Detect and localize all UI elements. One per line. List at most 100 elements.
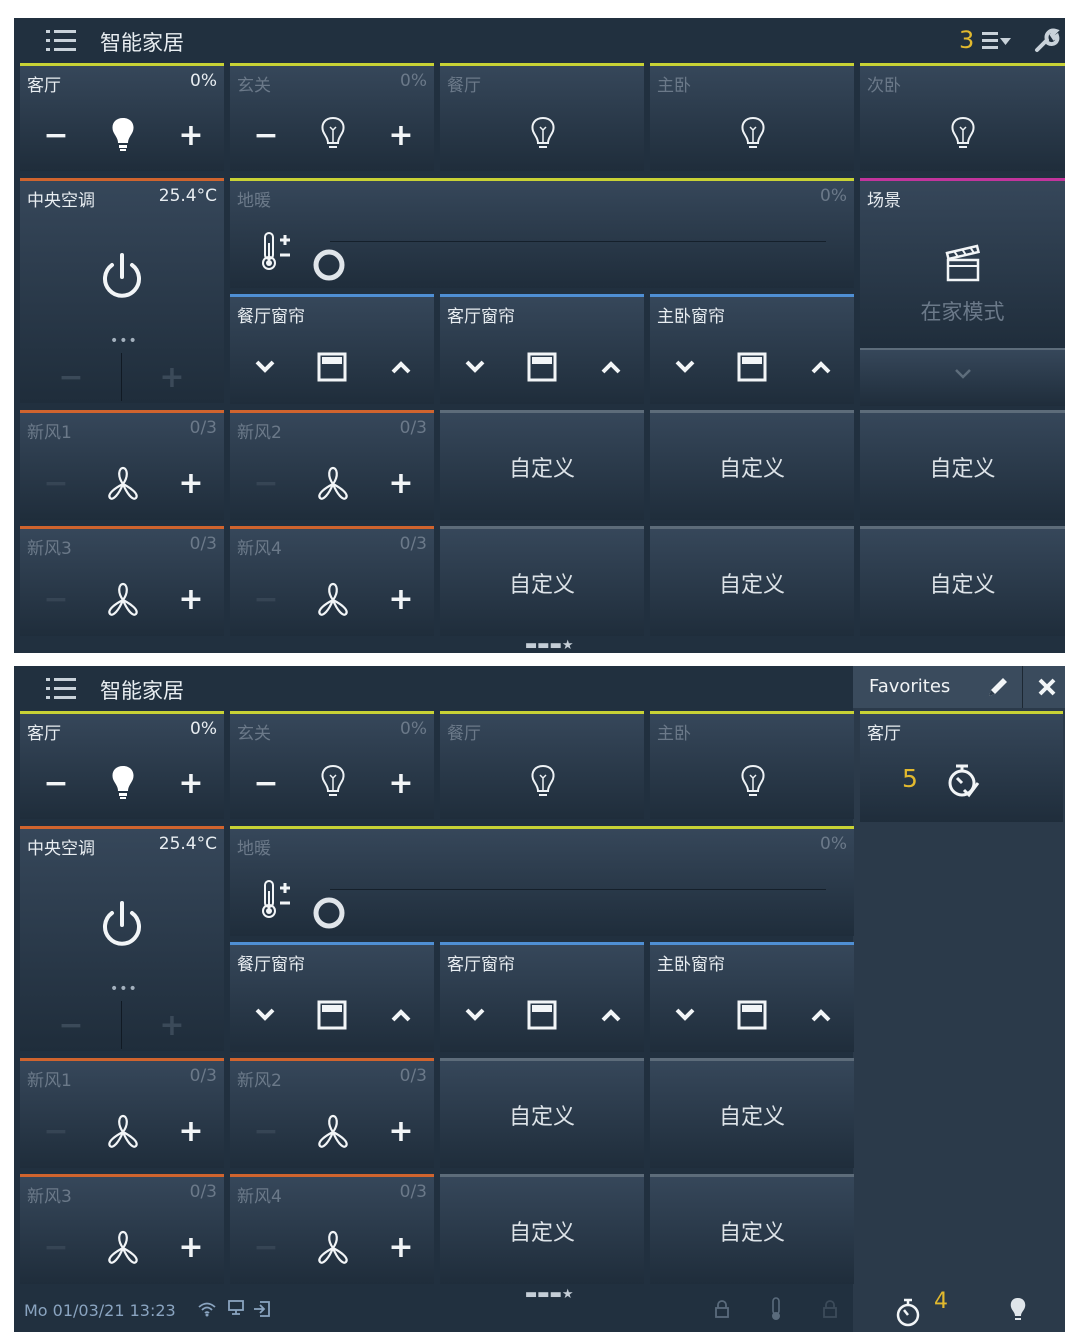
fan-down-button[interactable]: − bbox=[251, 585, 281, 615]
chevron-down-icon[interactable] bbox=[464, 1007, 486, 1023]
fan-down-button[interactable]: − bbox=[251, 1233, 281, 1263]
fan-up-button[interactable]: + bbox=[386, 585, 416, 615]
chevron-up-icon[interactable] bbox=[390, 1007, 412, 1023]
temp-up-button[interactable]: + bbox=[157, 363, 187, 393]
custom-tile[interactable]: 自定义 bbox=[650, 526, 854, 636]
chevron-up-icon[interactable] bbox=[600, 1007, 622, 1023]
chevron-down-icon[interactable] bbox=[674, 359, 696, 375]
dim-up-button[interactable]: + bbox=[386, 769, 416, 799]
blind-icon[interactable] bbox=[317, 352, 347, 382]
dim-down-button[interactable]: − bbox=[251, 769, 281, 799]
chevron-down-icon[interactable] bbox=[674, 1007, 696, 1023]
power-icon[interactable] bbox=[100, 899, 144, 949]
chevron-up-icon[interactable] bbox=[810, 359, 832, 375]
fan-down-button[interactable]: − bbox=[251, 469, 281, 499]
chevron-up-icon[interactable] bbox=[810, 1007, 832, 1023]
custom-tile[interactable]: 自定义 bbox=[650, 410, 854, 520]
scene-tile[interactable]: 场景 在家模式 bbox=[860, 178, 1065, 350]
close-icon[interactable] bbox=[1037, 677, 1057, 697]
fan-up-button[interactable]: + bbox=[176, 469, 206, 499]
blind-icon[interactable] bbox=[317, 1000, 347, 1030]
logout-icon[interactable] bbox=[252, 1299, 272, 1319]
fan-icon[interactable] bbox=[315, 582, 351, 618]
fan-up-button[interactable]: + bbox=[176, 1117, 206, 1147]
chevron-up-icon[interactable] bbox=[600, 359, 622, 375]
chevron-up-icon[interactable] bbox=[390, 359, 412, 375]
page-indicator[interactable]: ▬▬▬★ bbox=[525, 1287, 574, 1302]
custom-tile[interactable]: 自定义 bbox=[860, 410, 1065, 520]
fan-up-button[interactable]: + bbox=[176, 1233, 206, 1263]
dim-up-button[interactable]: + bbox=[386, 121, 416, 151]
chevron-down-icon[interactable] bbox=[254, 359, 276, 375]
fan-icon[interactable] bbox=[315, 1230, 351, 1266]
chevron-down-icon[interactable] bbox=[254, 1007, 276, 1023]
notification-list-icon[interactable] bbox=[982, 30, 1012, 52]
fan-up-button[interactable]: + bbox=[386, 469, 416, 499]
bulb-icon[interactable] bbox=[1009, 1297, 1027, 1323]
custom-tile[interactable]: 自定义 bbox=[440, 1058, 644, 1168]
fan-down-button[interactable]: − bbox=[41, 1233, 71, 1263]
slider-handle[interactable] bbox=[312, 896, 346, 930]
blind-icon[interactable] bbox=[737, 352, 767, 382]
blind-icon[interactable] bbox=[527, 1000, 557, 1030]
custom-tile[interactable]: 自定义 bbox=[440, 410, 644, 520]
fan-down-button[interactable]: − bbox=[41, 585, 71, 615]
dim-down-button[interactable]: − bbox=[41, 121, 71, 151]
menu-icon[interactable] bbox=[46, 678, 76, 700]
more-icon[interactable]: ••• bbox=[110, 333, 138, 349]
dim-up-button[interactable]: + bbox=[176, 121, 206, 151]
light-tile-dining[interactable]: 餐厅 bbox=[440, 711, 644, 819]
menu-icon[interactable] bbox=[46, 30, 76, 52]
fan-down-button[interactable]: − bbox=[251, 1117, 281, 1147]
dim-down-button[interactable]: − bbox=[251, 121, 281, 151]
custom-tile[interactable]: 自定义 bbox=[440, 1174, 644, 1284]
fan-icon[interactable] bbox=[105, 582, 141, 618]
favorite-count: 5 bbox=[902, 764, 918, 793]
fan-icon[interactable] bbox=[105, 466, 141, 502]
favorite-item-living[interactable]: 客厅 5 bbox=[860, 711, 1063, 822]
fan-up-button[interactable]: + bbox=[386, 1233, 416, 1263]
thermometer-icon[interactable] bbox=[770, 1297, 782, 1321]
light-tile-master[interactable]: 主卧 bbox=[650, 711, 854, 819]
fan-down-button[interactable]: − bbox=[41, 1117, 71, 1147]
timer-icon[interactable] bbox=[895, 1297, 921, 1327]
temp-down-button[interactable]: − bbox=[56, 363, 86, 393]
fan-up-button[interactable]: + bbox=[386, 1117, 416, 1147]
fan-up-button[interactable]: + bbox=[176, 585, 206, 615]
fan-icon[interactable] bbox=[105, 1230, 141, 1266]
blind-icon[interactable] bbox=[527, 352, 557, 382]
bulb-on-icon[interactable] bbox=[110, 764, 136, 800]
edit-icon[interactable] bbox=[986, 675, 1010, 699]
fan-icon[interactable] bbox=[315, 1114, 351, 1150]
bulb-off-icon[interactable] bbox=[320, 116, 346, 152]
scene-expand-button[interactable] bbox=[860, 348, 1065, 406]
bulb-on-icon[interactable] bbox=[110, 116, 136, 152]
temp-down-button[interactable]: − bbox=[56, 1011, 86, 1041]
custom-tile[interactable]: 自定义 bbox=[440, 526, 644, 636]
slider-handle[interactable] bbox=[312, 248, 346, 282]
bulb-off-icon[interactable] bbox=[320, 764, 346, 800]
fan-icon[interactable] bbox=[105, 1114, 141, 1150]
custom-tile[interactable]: 自定义 bbox=[650, 1058, 854, 1168]
light-tile-master[interactable]: 主卧 bbox=[650, 63, 854, 171]
chevron-down-icon[interactable] bbox=[464, 359, 486, 375]
slider-track[interactable] bbox=[330, 241, 826, 242]
blind-icon[interactable] bbox=[737, 1000, 767, 1030]
more-icon[interactable]: ••• bbox=[110, 981, 138, 997]
custom-tile[interactable]: 自定义 bbox=[650, 1174, 854, 1284]
dim-up-button[interactable]: + bbox=[176, 769, 206, 799]
power-icon[interactable] bbox=[100, 251, 144, 301]
custom-tile[interactable]: 自定义 bbox=[860, 526, 1065, 636]
temp-up-button[interactable]: + bbox=[157, 1011, 187, 1041]
light-tile-second[interactable]: 次卧 bbox=[860, 63, 1065, 171]
light-tile-dining[interactable]: 餐厅 bbox=[440, 63, 644, 171]
unlock-icon[interactable] bbox=[822, 1299, 838, 1319]
page-indicator[interactable]: ▬▬▬★ bbox=[525, 638, 574, 653]
fan-down-button[interactable]: − bbox=[41, 469, 71, 499]
lock-icon[interactable] bbox=[714, 1299, 730, 1319]
wrench-icon[interactable] bbox=[1034, 28, 1060, 54]
dim-down-button[interactable]: − bbox=[41, 769, 71, 799]
slider-track[interactable] bbox=[330, 889, 826, 890]
status-bar: Mo 01/03/21 13:23 ▬▬▬★ 4 bbox=[14, 1287, 1065, 1332]
fan-icon[interactable] bbox=[315, 466, 351, 502]
